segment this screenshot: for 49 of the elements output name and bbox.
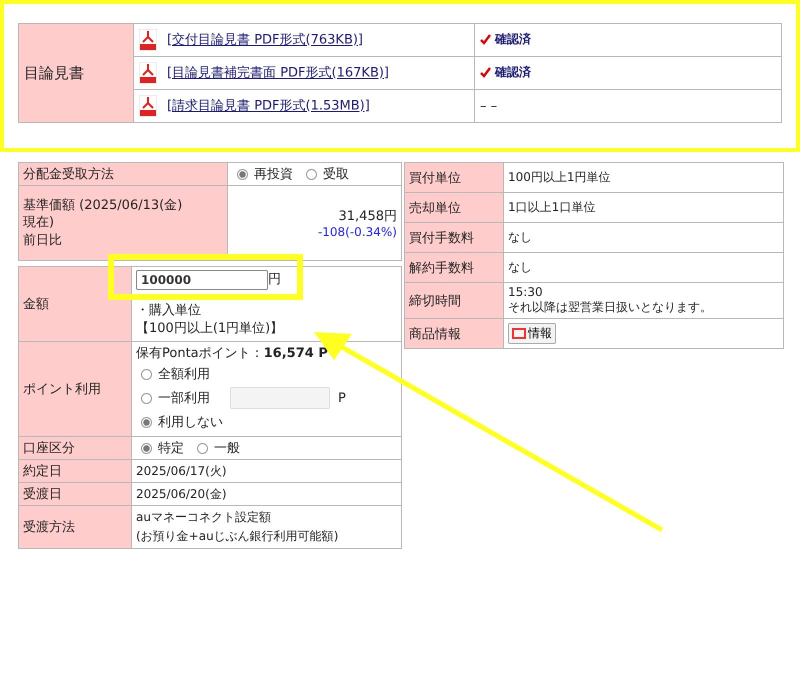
- table-header-cell: 分配金受取方法: [18, 162, 228, 186]
- table-cell: 2025/06/17(火): [132, 460, 402, 482]
- unit-text: 円: [268, 270, 281, 289]
- settlement-text: auマネーコネクト設定額: [136, 509, 272, 526]
- table-header-cell: 解約手数料: [404, 252, 504, 282]
- table-header-cell: 締切時間: [404, 282, 504, 318]
- table-header-cell: 商品情報: [404, 318, 504, 348]
- table-header-cell: 受渡方法: [18, 506, 132, 549]
- table-header-cell: ポイント利用: [18, 342, 132, 436]
- table-cell-text: なし: [508, 259, 533, 276]
- table-header-cell: 約定日: [18, 460, 132, 482]
- amount-input[interactable]: 100000: [136, 270, 268, 290]
- radio-option[interactable]: 再投資: [232, 165, 293, 183]
- unit-text: P: [338, 390, 346, 406]
- table-header-cell: 買付手数料: [404, 222, 504, 252]
- label-text: 現在): [23, 214, 56, 232]
- table-header-cell: 受渡日: [18, 482, 132, 506]
- price-text: 31,458円: [338, 208, 397, 225]
- settlement-text: (お預り金+auじぶん銀行利用可能額): [136, 528, 340, 546]
- table-header-cell: 買付単位: [404, 162, 504, 192]
- points-balance: 保有Pontaポイント：16,574 P: [136, 345, 329, 362]
- note-text: 【100円以上(1円単位)】: [136, 320, 284, 338]
- radio-option[interactable]: 特定: [136, 439, 184, 457]
- pdf-icon: [139, 29, 157, 51]
- table-cell: 2025/06/20(金): [132, 482, 402, 506]
- table-header-cell: 金額: [18, 266, 132, 342]
- status-text: – –: [480, 98, 498, 114]
- radio-option[interactable]: 一般: [192, 439, 240, 457]
- label-text: 前日比: [23, 232, 63, 250]
- table-cell-text: なし: [508, 229, 533, 246]
- table-header-cell: 口座区分: [18, 436, 132, 460]
- info-button[interactable]: 情報: [508, 323, 556, 344]
- radio-option[interactable]: 全額利用: [136, 365, 210, 383]
- status-text: 確認済: [495, 64, 531, 81]
- radio-option[interactable]: 一部利用: [136, 389, 210, 407]
- table-header-cell: 目論見書: [18, 24, 134, 122]
- pdf-icon: [139, 62, 157, 84]
- table-cell-text: それ以降は翌営業日扱いとなります。: [508, 299, 713, 316]
- table-cell-text: 15:30: [508, 285, 544, 299]
- radio-option[interactable]: 利用しない: [136, 413, 223, 431]
- table-cell-text: 1口以上1口単位: [508, 199, 596, 216]
- label-text: 基準価額 (2025/06/13(金): [23, 196, 184, 214]
- radio-option[interactable]: 受取: [301, 165, 349, 183]
- change-text: -108(-0.34%): [316, 225, 397, 239]
- status-text: 確認済: [495, 31, 531, 48]
- table-header-cell: 売却単位: [404, 192, 504, 222]
- table-cell-text: 100円以上1円単位: [508, 169, 612, 186]
- pdf-icon: [139, 95, 157, 117]
- note-title: ・購入単位: [136, 302, 202, 320]
